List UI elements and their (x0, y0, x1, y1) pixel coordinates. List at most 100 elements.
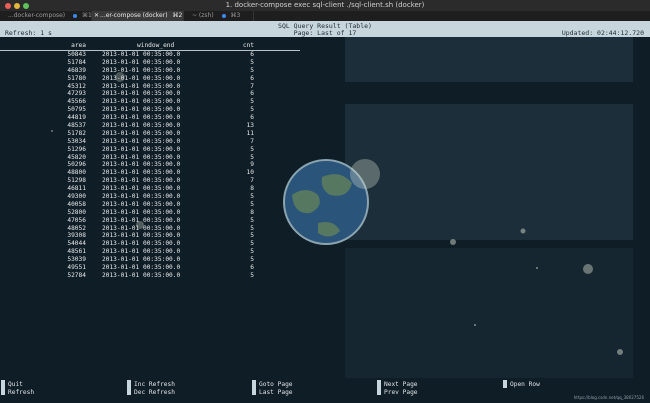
table-row[interactable]: 51782 2013-01-01 00:35:00.0 11 (0, 130, 300, 138)
table-row[interactable]: 48537 2013-01-01 00:35:00.0 13 (0, 122, 300, 130)
cell-area: 45312 (67, 82, 86, 90)
cell-area: 53039 (67, 256, 86, 264)
table-row[interactable]: 49300 2013-01-01 00:35:00.0 5 (0, 193, 300, 201)
close-window-button[interactable] (5, 3, 11, 9)
key-marker (127, 380, 131, 395)
table-row[interactable]: 48561 2013-01-01 00:35:00.0 5 (0, 248, 300, 256)
minimize-window-button[interactable] (14, 3, 20, 9)
cell-area: 54044 (67, 240, 86, 248)
table-row[interactable]: 51298 2013-01-01 00:35:00.0 7 (0, 177, 300, 185)
cell-window-end: 2013-01-01 00:35:00.0 (102, 185, 181, 193)
tab-bar: ...docker-compose) ⌘1 ✕ ...er-compose (d… (0, 11, 650, 21)
table-row[interactable]: 50296 2013-01-01 00:35:00.0 9 (0, 161, 300, 169)
cell-window-end: 2013-01-01 00:35:00.0 (102, 224, 181, 232)
table-row[interactable]: 52800 2013-01-01 00:35:00.0 8 (0, 209, 300, 217)
cell-cnt: 5 (250, 216, 254, 224)
table-row[interactable]: 51784 2013-01-01 00:35:00.0 5 (0, 59, 300, 67)
cell-area: 48537 (67, 122, 86, 130)
page-indicator: Page: Last of 17 (293, 29, 357, 37)
cell-window-end: 2013-01-01 00:35:00.0 (102, 177, 181, 185)
table-row[interactable]: 45820 2013-01-01 00:35:00.0 5 (0, 154, 300, 162)
table-row[interactable]: 53039 2013-01-01 00:35:00.0 5 (0, 256, 300, 264)
table-row[interactable]: 47056 2013-01-01 00:35:00.0 5 (0, 217, 300, 225)
cell-cnt: 5 (250, 240, 254, 248)
cell-area: 49551 (67, 264, 86, 272)
table-header: area window_end cnt (0, 41, 300, 51)
cell-cnt: 5 (250, 58, 254, 66)
cell-area: 51296 (67, 145, 86, 153)
column-header-area[interactable]: area (71, 42, 86, 49)
table-row[interactable]: 50843 2013-01-01 00:35:00.0 6 (0, 51, 300, 59)
cell-window-end: 2013-01-01 00:35:00.0 (102, 169, 181, 177)
table-row[interactable]: 49551 2013-01-01 00:35:00.0 6 (0, 264, 300, 272)
key-marker (252, 380, 256, 395)
tab-shortcut: ⌘3 (230, 12, 241, 19)
table-row[interactable]: 52784 2013-01-01 00:35:00.0 5 (0, 272, 300, 280)
cell-cnt: 7 (250, 137, 254, 145)
tab-zsh[interactable]: ~ (zsh) ⌘3 (184, 11, 254, 21)
tab-label: ...er-compose (docker) (100, 12, 168, 19)
cell-area: 51780 (67, 74, 86, 82)
table-row[interactable]: 44819 2013-01-01 00:35:00.0 6 (0, 114, 300, 122)
table-row[interactable]: 51296 2013-01-01 00:35:00.0 5 (0, 146, 300, 154)
activity-dot-icon (73, 13, 78, 18)
cell-area: 48052 (67, 224, 86, 232)
window-title: 1. docker-compose exec sql-client ./sql-… (225, 1, 425, 9)
tab-shortcut: ⌘1 (82, 12, 92, 19)
cell-area: 52784 (67, 271, 86, 279)
cell-cnt: 13 (246, 122, 254, 130)
table-row[interactable]: 48052 2013-01-01 00:35:00.0 5 (0, 225, 300, 233)
key-marker (1, 380, 5, 395)
cell-area: 44819 (67, 114, 86, 122)
cell-cnt: 6 (250, 114, 254, 122)
cell-window-end: 2013-01-01 00:35:00.0 (102, 137, 181, 145)
cell-cnt: 6 (250, 90, 254, 98)
cell-cnt: 5 (250, 271, 254, 279)
cell-window-end: 2013-01-01 00:35:00.0 (102, 264, 181, 272)
cell-cnt: 5 (250, 98, 254, 106)
tab-docker-compose[interactable]: ...docker-compose) ⌘1 (0, 11, 92, 21)
cell-window-end: 2013-01-01 00:35:00.0 (102, 240, 181, 248)
table-row[interactable]: 46811 2013-01-01 00:35:00.0 8 (0, 185, 300, 193)
cell-window-end: 2013-01-01 00:35:00.0 (102, 161, 181, 169)
result-header: SQL Query Result (Table) Refresh: 1 s Pa… (0, 21, 650, 37)
cell-area: 50795 (67, 106, 86, 114)
column-header-window-end[interactable]: window_end (137, 42, 174, 49)
table-row[interactable]: 45312 2013-01-01 00:35:00.0 7 (0, 83, 300, 91)
cell-cnt: 7 (250, 82, 254, 90)
cell-cnt: 5 (250, 224, 254, 232)
table-row[interactable]: 47293 2013-01-01 00:35:00.0 6 (0, 90, 300, 98)
cell-cnt: 8 (250, 185, 254, 193)
cell-area: 46839 (67, 66, 86, 74)
table-row[interactable]: 51780 2013-01-01 00:35:00.0 6 (0, 75, 300, 83)
table-row[interactable]: 54044 2013-01-01 00:35:00.0 5 (0, 240, 300, 248)
cell-window-end: 2013-01-01 00:35:00.0 (102, 98, 181, 106)
close-tab-icon[interactable]: ✕ (94, 11, 99, 21)
cell-window-end: 2013-01-01 00:35:00.0 (102, 51, 181, 58)
updated-time: Updated: 02:44:12.720 (561, 29, 644, 37)
table-row[interactable]: 53034 2013-01-01 00:35:00.0 7 (0, 138, 300, 146)
cell-area: 47293 (67, 90, 86, 98)
cell-cnt: 10 (246, 169, 254, 177)
table-row[interactable]: 39308 2013-01-01 00:35:00.0 5 (0, 232, 300, 240)
table-row[interactable]: 50795 2013-01-01 00:35:00.0 5 (0, 106, 300, 114)
key-legend: Quit Refresh Inc Refresh Dec Refresh Got… (0, 380, 650, 400)
zoom-window-button[interactable] (23, 3, 29, 9)
cell-area: 49300 (67, 193, 86, 201)
cell-cnt: 5 (250, 232, 254, 240)
table-row[interactable]: 40058 2013-01-01 00:35:00.0 5 (0, 201, 300, 209)
cell-area: 45566 (67, 98, 86, 106)
cell-cnt: 11 (246, 129, 254, 137)
table-row[interactable]: 48800 2013-01-01 00:35:00.0 10 (0, 169, 300, 177)
cell-window-end: 2013-01-01 00:35:00.0 (102, 74, 181, 82)
cell-area: 40058 (67, 200, 86, 208)
table-row[interactable]: 46839 2013-01-01 00:35:00.0 5 (0, 67, 300, 75)
cell-window-end: 2013-01-01 00:35:00.0 (102, 122, 181, 130)
cell-area: 47056 (67, 216, 86, 224)
column-header-cnt[interactable]: cnt (243, 42, 254, 49)
tab-docker-active[interactable]: ✕ ...er-compose (docker) ⌘2 (92, 11, 184, 21)
cell-area: 48561 (67, 248, 86, 256)
table-row[interactable]: 45566 2013-01-01 00:35:00.0 5 (0, 98, 300, 106)
cell-cnt: 5 (250, 193, 254, 201)
result-table: area window_end cnt 50843 2013-01-01 00:3… (0, 41, 300, 280)
